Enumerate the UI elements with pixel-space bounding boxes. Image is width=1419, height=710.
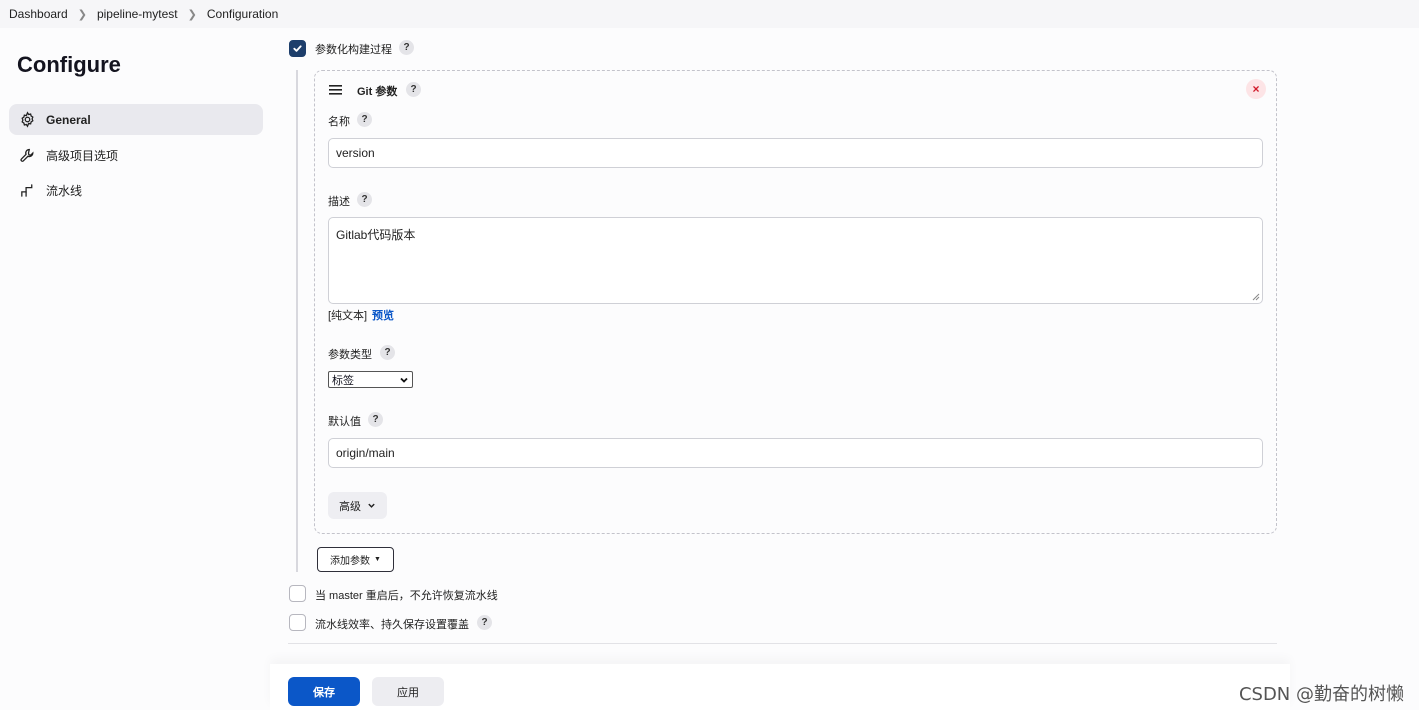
help-icon[interactable]: ? [357, 192, 372, 207]
param-type-select[interactable]: 标签 [328, 371, 413, 388]
breadcrumb-pipeline[interactable]: pipeline-mytest [97, 7, 178, 21]
chevron-down-icon [400, 377, 408, 383]
parameterized-label: 参数化构建过程 [315, 44, 392, 56]
advanced-button[interactable]: 高级 [328, 492, 387, 519]
default-value-label: 默认值 [328, 416, 361, 428]
sidebar-item-label: 流水线 [46, 184, 83, 198]
name-label: 名称 [328, 116, 350, 128]
durability-label: 流水线效率、持久保存设置覆盖 [315, 619, 469, 631]
description-label: 描述 [328, 196, 350, 208]
help-icon[interactable]: ? [406, 82, 421, 97]
sidebar-item-pipeline[interactable]: 流水线 [9, 175, 263, 206]
durability-checkbox[interactable] [289, 614, 306, 631]
description-value: Gitlab代码版本 [336, 228, 416, 242]
sidebar-item-label: 高级项目选项 [46, 149, 119, 163]
sidebar-item-label: General [46, 112, 91, 127]
apply-button[interactable]: 应用 [372, 677, 444, 706]
chevron-down-icon [368, 503, 375, 508]
no-resume-checkbox[interactable] [289, 585, 306, 602]
drag-handle-icon[interactable] [329, 85, 342, 95]
breadcrumb-configuration[interactable]: Configuration [207, 7, 278, 21]
save-button[interactable]: 保存 [288, 677, 360, 706]
caret-down-icon: ▼ [374, 556, 381, 563]
help-icon[interactable]: ? [357, 112, 372, 127]
name-input[interactable]: version [328, 138, 1263, 168]
preview-link[interactable]: 预览 [372, 307, 394, 323]
help-icon[interactable]: ? [477, 615, 492, 630]
form-divider [288, 643, 1277, 644]
help-icon[interactable]: ? [380, 345, 395, 360]
breadcrumb: Dashboard ❯ pipeline-mytest ❯ Configurat… [0, 0, 1419, 28]
description-textarea[interactable]: Gitlab代码版本 [328, 217, 1263, 304]
chevron-right-icon: ❯ [77, 8, 87, 21]
param-type-value: 标签 [332, 374, 354, 387]
pipeline-icon [21, 184, 33, 197]
watermark: CSDN @勤奋的树懒 [1238, 684, 1404, 705]
gear-icon [21, 111, 34, 128]
add-parameter-label: 添加参数 [330, 556, 371, 567]
card-title: Git 参数 [357, 86, 398, 98]
param-type-label: 参数类型 [328, 349, 372, 361]
sidebar-item-general[interactable]: General [9, 104, 263, 135]
plain-text-label: [纯文本] [328, 310, 368, 322]
default-value-input[interactable]: origin/main [328, 438, 1263, 468]
sidebar-item-advanced-options[interactable]: 高级项目选项 [9, 140, 263, 171]
chevron-right-icon: ❯ [187, 8, 197, 21]
help-icon[interactable]: ? [368, 412, 383, 427]
help-icon[interactable]: ? [399, 40, 414, 55]
wrench-icon [20, 148, 34, 162]
parameterized-checkbox[interactable] [289, 40, 306, 57]
no-resume-label: 当 master 重启后，不允许恢复流水线 [315, 590, 498, 602]
breadcrumb-dashboard[interactable]: Dashboard [9, 7, 68, 21]
advanced-label: 高级 [339, 500, 361, 513]
close-icon[interactable]: × [1246, 79, 1266, 99]
page-title: Configure [17, 52, 121, 77]
check-icon [293, 45, 302, 52]
add-parameter-button[interactable]: 添加参数 ▼ [317, 547, 394, 572]
section-divider-line [296, 70, 298, 572]
resize-handle-icon[interactable] [1252, 293, 1260, 301]
